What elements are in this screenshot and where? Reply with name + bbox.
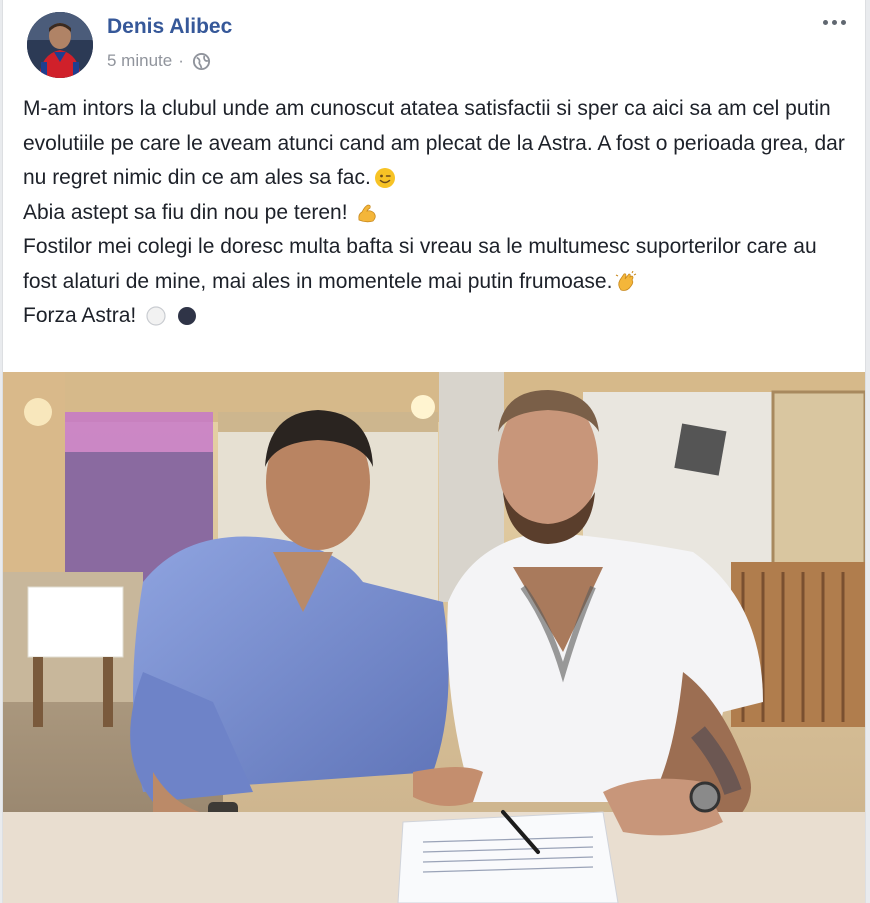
facebook-post: Denis Alibec 5 minute · M-am intors la c… [2, 0, 866, 903]
more-options-icon[interactable] [819, 10, 849, 34]
post-text-line: M-am intors la clubul unde am cunoscut a… [23, 97, 845, 189]
post-header: Denis Alibec 5 minute · [3, 0, 865, 84]
post-text: M-am intors la clubul unde am cunoscut a… [23, 92, 853, 334]
flexed-biceps-emoji-icon [358, 204, 377, 222]
post-photo[interactable] [3, 372, 865, 903]
clapping-hands-emoji-icon [616, 270, 637, 291]
post-meta: 5 minute · [107, 51, 211, 71]
post-text-line: Fostilor mei colegi le doresc multa baft… [23, 235, 817, 293]
author-avatar[interactable] [27, 12, 93, 78]
meta-separator: · [178, 51, 184, 70]
black-circle-emoji-icon [177, 307, 196, 325]
post-timestamp[interactable]: 5 minute [107, 51, 172, 71]
winking-face-emoji-icon [374, 168, 395, 188]
globe-icon[interactable] [192, 52, 211, 71]
post-text-line: Forza Astra! [23, 299, 853, 334]
author-name[interactable]: Denis Alibec [107, 15, 232, 39]
post-text-line: Abia astept sa fiu din nou pe teren! [23, 196, 853, 231]
white-circle-emoji-icon [146, 306, 166, 326]
